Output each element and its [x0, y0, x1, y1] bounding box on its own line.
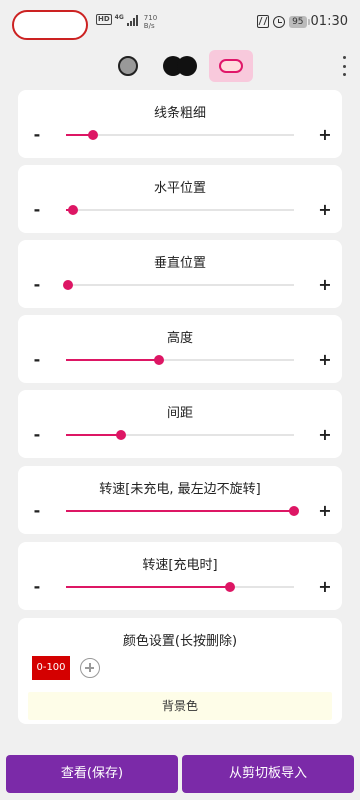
slider-card-vertical-position: 垂直位置 - + [18, 240, 342, 308]
slider-card-horizontal-position: 水平位置 - + [18, 165, 342, 233]
signal-icon [126, 14, 138, 26]
background-color-button[interactable]: 背景色 [28, 692, 332, 720]
slider-thumb[interactable] [63, 280, 74, 290]
slider-track [66, 209, 294, 211]
decrease-button[interactable]: - [30, 426, 44, 444]
slider-fill [66, 359, 160, 361]
increase-button[interactable]: + [318, 578, 332, 596]
slider-card-speed-charging: 转速[充电时] - + [18, 542, 342, 610]
speed-charging-slider[interactable] [66, 579, 294, 595]
decrease-button[interactable]: - [30, 126, 44, 144]
system-indicators: 95 01:30 [257, 14, 348, 29]
slider-thumb[interactable] [88, 130, 99, 140]
net-speed: 710 B/s [144, 14, 157, 30]
slider-label: 高度 [166, 331, 193, 346]
vertical-position-slider[interactable] [63, 277, 294, 293]
double-dot-mode-icon[interactable] [163, 56, 199, 76]
recording-pill[interactable] [12, 10, 88, 40]
increase-button[interactable]: + [318, 126, 332, 144]
net-type-label: 4G [114, 14, 124, 21]
slider-label: 间距 [166, 406, 193, 421]
add-color-icon[interactable] [80, 658, 100, 678]
slider-track [66, 134, 294, 136]
slider-label: 垂直位置 [153, 256, 206, 271]
import-from-clipboard-button[interactable]: 从剪切板导入 [182, 755, 354, 793]
hd-badge: HD [96, 14, 112, 25]
slider-card-line-width: 线条粗细 - + [18, 90, 342, 158]
color-chip[interactable]: 0-100 [32, 656, 70, 680]
decrease-button[interactable]: - [30, 351, 44, 369]
slider-label: 转速[充电时] [142, 558, 218, 573]
decrease-button[interactable]: - [30, 276, 44, 294]
alarm-icon [273, 15, 286, 28]
view-save-button[interactable]: 查看(保存) [6, 755, 178, 793]
increase-button[interactable]: + [318, 201, 332, 219]
battery-icon: 95 [289, 15, 311, 28]
more-options-icon[interactable] [342, 56, 346, 76]
increase-button[interactable]: + [318, 426, 332, 444]
bottom-bar: 查看(保存) 从剪切板导入 [0, 755, 360, 797]
slider-fill [66, 434, 121, 436]
pill-mode-icon [219, 59, 243, 73]
decrease-button[interactable]: - [30, 578, 44, 596]
net-speed-unit: B/s [143, 22, 155, 30]
slider-track [66, 284, 294, 286]
decrease-button[interactable]: - [30, 502, 44, 520]
slider-thumb[interactable] [67, 205, 78, 215]
decrease-button[interactable]: - [30, 201, 44, 219]
slider-card-spacing: 间距 - + [18, 390, 342, 458]
slider-label: 水平位置 [153, 181, 206, 196]
clock: 01:30 [310, 14, 348, 29]
color-settings-title: 颜色设置(长按删除) [122, 634, 238, 649]
single-dot-mode-icon[interactable] [118, 56, 138, 76]
slider-card-speed-not-charging: 转速[未充电, 最左边不旋转] - + [18, 466, 342, 534]
slider-thumb[interactable] [115, 430, 126, 440]
mode-bar [0, 48, 360, 84]
spacing-slider[interactable] [66, 427, 294, 443]
slider-thumb[interactable] [289, 506, 299, 516]
network-indicators: HD 4G 710 B/s [96, 14, 157, 30]
speed-not-charging-slider[interactable] [66, 503, 299, 519]
slider-thumb[interactable] [225, 582, 236, 592]
horizontal-position-slider[interactable] [66, 202, 294, 218]
height-slider[interactable] [66, 352, 294, 368]
nfc-icon [257, 15, 270, 28]
slider-card-height: 高度 - + [18, 315, 342, 383]
slider-fill [66, 510, 294, 512]
line-width-slider[interactable] [66, 127, 294, 143]
slider-fill [66, 586, 231, 588]
increase-button[interactable]: + [318, 276, 332, 294]
slider-label: 线条粗细 [153, 106, 206, 121]
increase-button[interactable]: + [318, 502, 332, 520]
net-speed-value: 710 [143, 14, 158, 22]
color-settings-card: 颜色设置(长按删除) 0-100 背景色 [18, 618, 342, 724]
pill-mode-button[interactable] [209, 50, 253, 82]
increase-button[interactable]: + [318, 351, 332, 369]
slider-thumb[interactable] [154, 355, 165, 365]
status-bar: HD 4G 710 B/s 95 01:30 [0, 0, 360, 44]
slider-label: 转速[未充电, 最左边不旋转] [99, 482, 261, 497]
